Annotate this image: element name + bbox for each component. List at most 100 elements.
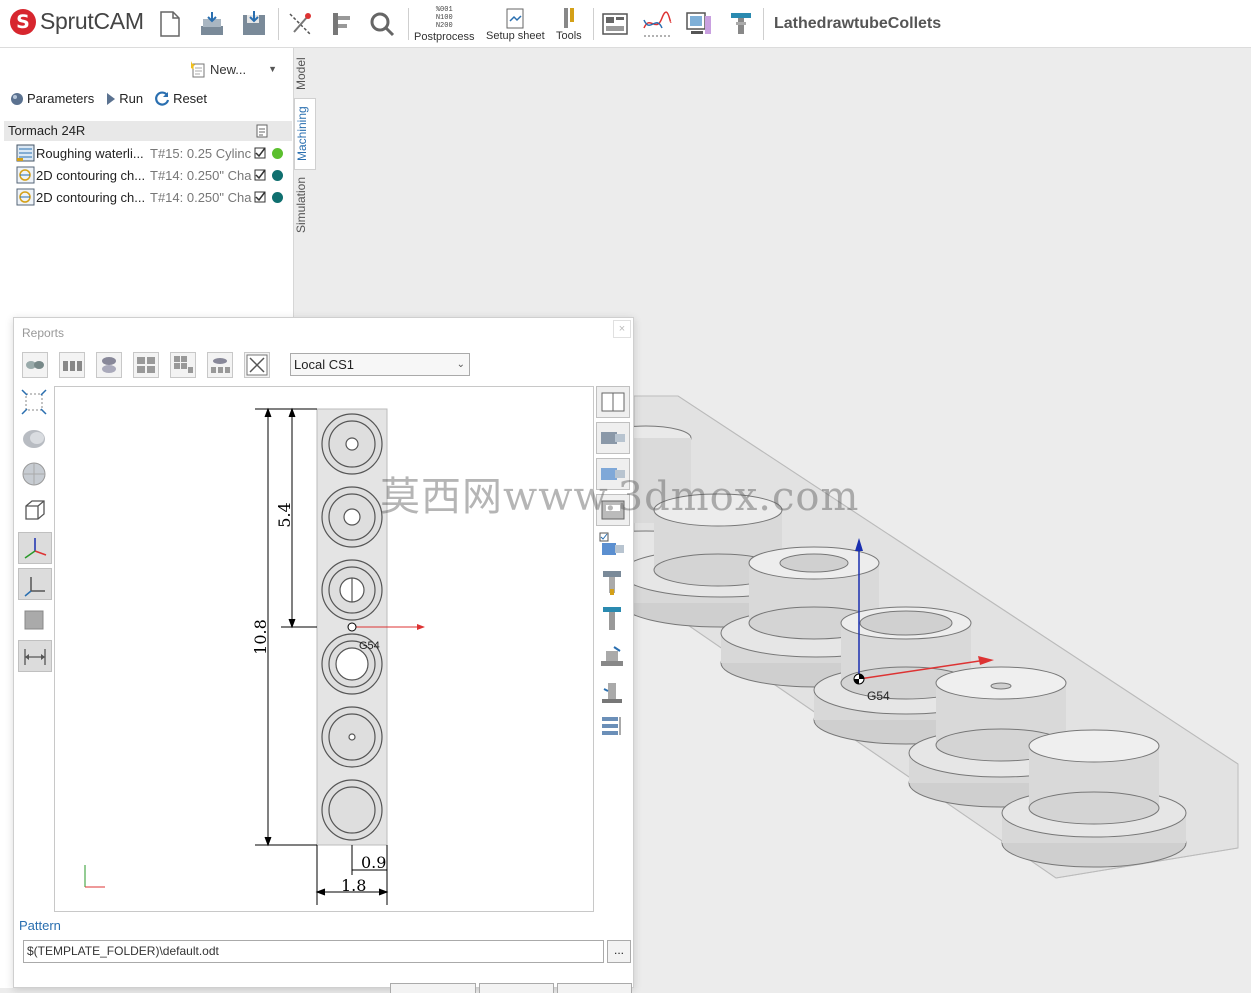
dialog-title: Reports bbox=[22, 326, 65, 340]
view-2-button[interactable] bbox=[59, 352, 85, 378]
tab-model[interactable]: Model bbox=[294, 52, 316, 96]
tab-machining[interactable]: Machining bbox=[294, 98, 316, 170]
operation-actions: Parameters Run Reset bbox=[10, 91, 207, 106]
report-tool-1-button[interactable] bbox=[596, 386, 630, 418]
checked-icon[interactable] bbox=[254, 191, 266, 203]
tool-holder-icon bbox=[603, 571, 621, 595]
save-file-button[interactable] bbox=[240, 4, 268, 44]
new-operation-button[interactable]: New... ▼ bbox=[188, 60, 277, 78]
report-tool-5-button[interactable] bbox=[596, 531, 630, 563]
setup-sheet-icon bbox=[506, 8, 524, 28]
caliper-button[interactable] bbox=[327, 4, 355, 44]
reset-icon bbox=[155, 91, 170, 106]
view-3-button[interactable] bbox=[96, 352, 122, 378]
status-dot-icon bbox=[272, 169, 283, 181]
operation-row[interactable]: 2D contouring ch... T#14: 0.250" Cha bbox=[14, 187, 292, 207]
watermark: 莫西网www.3dmox.com bbox=[380, 474, 860, 520]
display-button[interactable] bbox=[685, 4, 713, 44]
part-view-icon bbox=[601, 432, 625, 444]
dimension-half-label: 5.4 bbox=[275, 502, 294, 527]
open-file-button[interactable] bbox=[198, 4, 226, 44]
run-icon bbox=[107, 92, 116, 105]
new-operation-label: New... bbox=[210, 61, 247, 77]
dimension-width-label: 1.8 bbox=[341, 876, 366, 895]
operation-tool: T#15: 0.25 Cylinc bbox=[150, 145, 252, 161]
report-tool-9-button[interactable] bbox=[596, 675, 630, 707]
operation-name: 2D contouring ch... bbox=[36, 167, 146, 183]
chevron-down-icon: ⌄ bbox=[456, 359, 465, 370]
operation-row[interactable]: Roughing waterli... T#15: 0.25 Cylinc bbox=[14, 143, 292, 163]
coordinate-system-select[interactable]: Local CS1 ⌄ bbox=[290, 353, 470, 376]
machine-node[interactable]: Tormach 24R bbox=[4, 121, 292, 141]
machine-setup-icon bbox=[602, 683, 622, 703]
machine-button[interactable] bbox=[601, 4, 629, 44]
selection-button[interactable] bbox=[286, 4, 314, 44]
shaded-view-button[interactable] bbox=[18, 422, 52, 454]
reset-button[interactable]: Reset bbox=[155, 91, 207, 106]
document-icon[interactable] bbox=[256, 124, 268, 138]
dimension-button[interactable] bbox=[18, 640, 52, 672]
zoom-button[interactable] bbox=[368, 4, 396, 44]
close-button[interactable]: × bbox=[613, 320, 631, 338]
vertical-tabs: Model Machining Simulation bbox=[294, 48, 316, 248]
shaded-icon bbox=[23, 430, 45, 448]
view-6-button[interactable] bbox=[207, 352, 233, 378]
dimension-half-width-label: 0.9 bbox=[361, 853, 386, 872]
run-button[interactable]: Run bbox=[106, 91, 143, 106]
dialog-button[interactable] bbox=[479, 983, 554, 993]
axes-2d-button[interactable] bbox=[18, 568, 52, 600]
origin-icon bbox=[347, 622, 357, 632]
reset-label: Reset bbox=[173, 91, 208, 106]
list-icon bbox=[602, 717, 621, 735]
checked-icon[interactable] bbox=[254, 147, 266, 159]
setup-sheet-button[interactable]: Setup sheet bbox=[486, 4, 545, 44]
holder-button[interactable] bbox=[727, 4, 755, 44]
open-file-icon bbox=[201, 12, 223, 35]
operation-row[interactable]: 2D contouring ch... T#14: 0.250" Cha bbox=[14, 165, 292, 185]
report-tool-6-button[interactable] bbox=[596, 567, 630, 599]
graph-button[interactable] bbox=[642, 4, 672, 44]
tools-label: Tools bbox=[556, 29, 582, 42]
new-operation-icon bbox=[191, 61, 205, 78]
fit-view-button[interactable] bbox=[18, 386, 52, 418]
parts-view-icon bbox=[26, 361, 44, 369]
display-icon bbox=[686, 12, 711, 34]
parameters-button[interactable]: Parameters bbox=[10, 91, 94, 106]
contouring-icon bbox=[16, 188, 35, 206]
sprutcam-logo-icon: S bbox=[10, 8, 36, 35]
caliper-icon bbox=[333, 13, 350, 35]
dialog-button[interactable] bbox=[557, 983, 632, 993]
toolbar-separator bbox=[278, 8, 279, 40]
report-tool-7-button[interactable] bbox=[596, 603, 630, 635]
view-1-button[interactable] bbox=[22, 352, 48, 378]
checked-icon[interactable] bbox=[254, 169, 266, 181]
pattern-input[interactable]: $(TEMPLATE_FOLDER)\default.odt bbox=[23, 940, 604, 963]
tab-simulation[interactable]: Simulation bbox=[294, 172, 316, 238]
report-tool-10-button[interactable] bbox=[596, 711, 630, 743]
report-tool-8-button[interactable] bbox=[596, 639, 630, 671]
view-5-button[interactable] bbox=[170, 352, 196, 378]
sphere-view-button[interactable] bbox=[18, 458, 52, 490]
machine-name: Tormach 24R bbox=[8, 123, 86, 138]
postprocess-icon: %001 N100 N200 bbox=[435, 5, 453, 30]
view-4-button[interactable] bbox=[133, 352, 159, 378]
report-tool-2-button[interactable] bbox=[596, 422, 630, 454]
clear-button[interactable] bbox=[244, 352, 270, 378]
postprocess-button[interactable]: %001 N100 N200 Postprocess bbox=[414, 4, 475, 44]
dialog-button[interactable] bbox=[390, 983, 476, 993]
contouring-icon bbox=[16, 166, 35, 184]
fill-button[interactable] bbox=[18, 604, 52, 636]
new-file-icon bbox=[160, 11, 180, 37]
browse-button[interactable]: ... bbox=[607, 940, 631, 963]
main-toolbar: S SprutCAM %001 N100 N200 Postprocess Se… bbox=[0, 0, 1251, 48]
box-view-button[interactable] bbox=[18, 494, 52, 526]
tools-button[interactable]: Tools bbox=[556, 4, 582, 44]
cs-label: G54 bbox=[867, 689, 890, 703]
chevron-down-icon[interactable]: ▼ bbox=[268, 64, 277, 74]
axes-3d-icon bbox=[24, 538, 47, 559]
tool-icon bbox=[603, 607, 621, 630]
operation-tool: T#14: 0.250" Cha bbox=[150, 189, 252, 205]
axes-3d-button[interactable] bbox=[18, 532, 52, 564]
app-name: SprutCAM bbox=[40, 8, 144, 34]
new-file-button[interactable] bbox=[158, 4, 182, 44]
